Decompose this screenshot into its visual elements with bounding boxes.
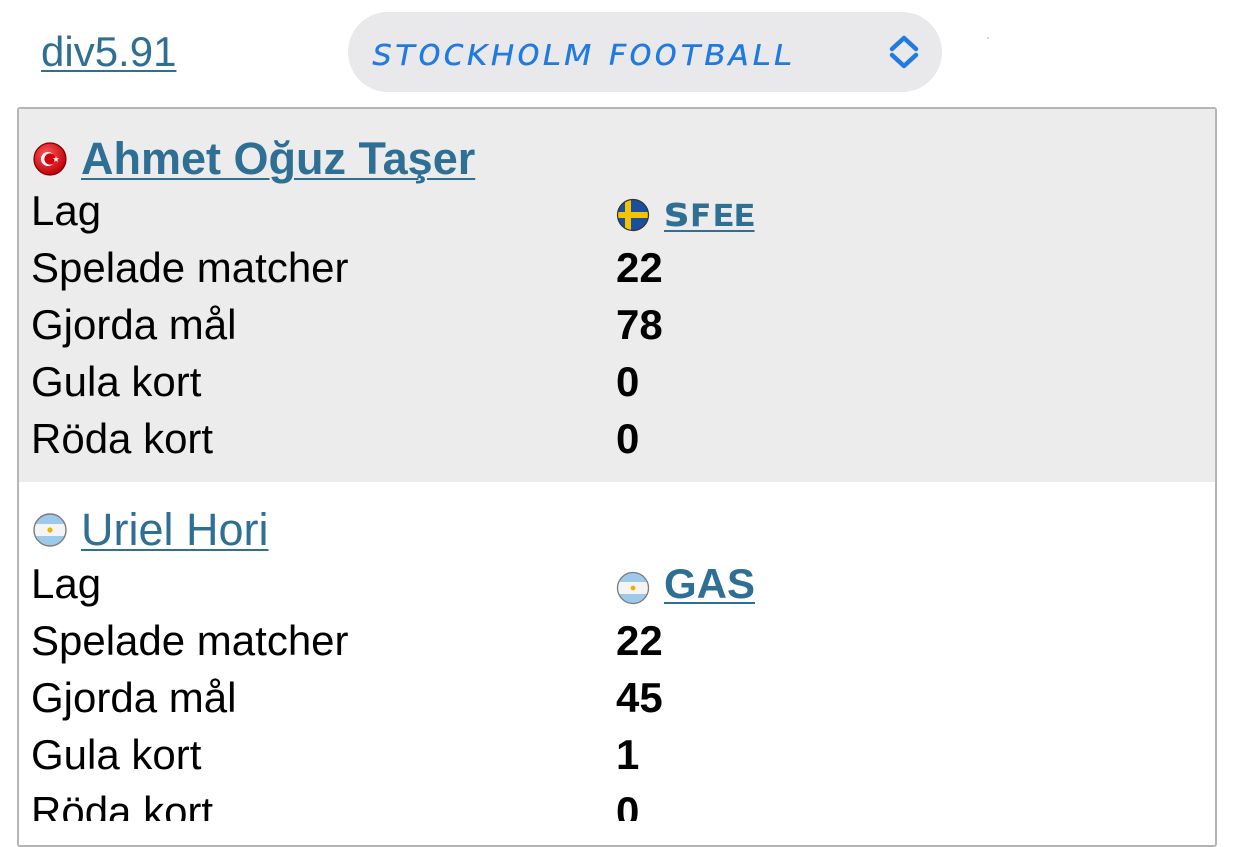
- player-name-link[interactable]: Uriel Hori: [81, 504, 269, 556]
- flag-argentina-icon: [32, 512, 68, 548]
- player-card: Uriel Hori: [19, 482, 1215, 842]
- flag-argentina-icon: [616, 567, 650, 605]
- divider: [987, 37, 989, 39]
- team-link[interactable]: ꜱꜰᴇᴇ: [664, 187, 755, 236]
- team-value: GAS: [616, 560, 755, 608]
- chevron-up-down-icon: [888, 32, 920, 77]
- player-name-row: Ahmet Oğuz Taşer: [32, 133, 475, 185]
- team-row: Lag ꜱꜰᴇᴇ: [31, 183, 1191, 239]
- team-value: ꜱꜰᴇᴇ: [616, 187, 755, 236]
- stat-label: Lag: [31, 560, 102, 607]
- flag-sweden-icon: [616, 194, 650, 232]
- league-selector-value: ꜱᴛᴏᴄᴋʜᴏʟᴍ ꜰᴏᴏᴛʙᴀʟʟ: [372, 30, 795, 74]
- player-name-row: Uriel Hori: [32, 504, 269, 556]
- division-link[interactable]: div5.91: [41, 28, 176, 76]
- flag-turkey-icon: [32, 141, 68, 177]
- player-name-link[interactable]: Ahmet Oğuz Taşer: [81, 133, 475, 185]
- player-card: Ahmet Oğuz Taşer: [19, 109, 1215, 482]
- team-row: Lag GAS: [31, 556, 1191, 612]
- team-row: [33, 292, 1193, 348]
- stat-label: Lag: [31, 187, 102, 234]
- team-link[interactable]: GAS: [664, 560, 755, 608]
- league-selector[interactable]: ꜱᴛᴏᴄᴋʜᴏʟᴍ ꜰᴏᴏᴛʙᴀʟʟ: [348, 12, 942, 92]
